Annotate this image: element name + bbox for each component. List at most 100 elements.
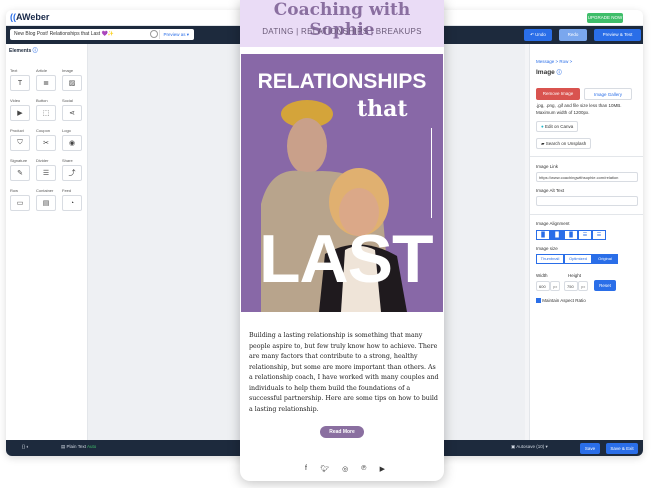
plain-text-toggle[interactable]: ▤ Plain Text Auto [61, 444, 96, 450]
element-signature[interactable]: Signature ✎ [10, 158, 34, 184]
element-label: Product [10, 128, 24, 133]
redo-button[interactable]: Redo [559, 29, 587, 41]
element-share[interactable]: Share ⤴ [62, 158, 86, 184]
button-icon: ⬚ [36, 105, 56, 121]
emoji-icon[interactable] [150, 30, 158, 38]
element-container[interactable]: Container ▤ [36, 188, 60, 214]
alt-text-label: Image Alt Text [536, 188, 565, 193]
element-label: Divider [36, 158, 49, 163]
element-label: Logo [62, 128, 71, 133]
width-input[interactable]: 600 [536, 281, 550, 291]
share-icon: ⤴ [62, 165, 82, 181]
element-label: Button [36, 98, 48, 103]
subject-text: New Blog Post! Relationships that Last 💜… [14, 31, 114, 37]
hero-image[interactable]: RELATIONSHIPS that LAST [241, 54, 443, 312]
text-icon: T [10, 75, 30, 91]
video-icon: ▶ [10, 105, 30, 121]
image-gallery-button[interactable]: Image Gallery [584, 88, 632, 100]
elements-title: Elements ⓘ [9, 48, 38, 54]
element-row[interactable]: Row ▭ [10, 188, 34, 214]
search-unsplash-button[interactable]: ▰ Search on Unsplash [536, 138, 592, 149]
pinterest-icon[interactable]: ℗ [361, 465, 366, 475]
wrap-left-icon[interactable]: ☰ [578, 230, 592, 240]
edit-on-canva-button[interactable]: ● Edit on Canva [536, 121, 579, 132]
instagram-icon[interactable]: ◎ [342, 465, 348, 475]
element-label: Text [10, 68, 18, 73]
height-input[interactable]: 750 [564, 281, 578, 291]
mobile-email-preview: Coaching with Sophie DATING | RELATIONSH… [240, 0, 444, 481]
aweber-logo[interactable]: ((AWeber [10, 12, 49, 22]
alignment-group: ▐▌ ▐▌ ▐▌ ☰ ☰ [536, 230, 606, 240]
subject-line-input[interactable]: New Blog Post! Relationships that Last 💜… [10, 29, 194, 40]
element-image[interactable]: Image ▨ [62, 68, 86, 94]
element-product[interactable]: Product ⛉ [10, 128, 34, 154]
element-text[interactable]: Text T [10, 68, 34, 94]
element-label: Container [36, 188, 54, 193]
element-label: Social [62, 98, 73, 103]
info-icon[interactable]: ⓘ [33, 48, 38, 54]
element-label: Coupon [36, 128, 51, 133]
checkbox-checked-icon[interactable] [536, 298, 541, 304]
feed-icon: ◔ [62, 195, 82, 211]
element-label: Feed [62, 188, 72, 193]
element-social[interactable]: Social ⋖ [62, 98, 86, 124]
image-icon: ▨ [62, 75, 82, 91]
divider-icon: ☰ [36, 165, 56, 181]
save-exit-button[interactable]: Save & Exit [606, 443, 638, 454]
preview-test-button[interactable]: Preview & Test [594, 29, 641, 41]
logo-icon: ◉ [62, 135, 82, 151]
youtube-icon[interactable]: ▶ [380, 465, 385, 475]
hero-heading-3: LAST [259, 221, 434, 297]
file-hint: .jpg, .png, .gif and file size less than… [536, 103, 622, 108]
maintain-ratio-checkbox[interactable]: Maintain Aspect Ratio [536, 298, 586, 304]
hero-heading-2: that [357, 96, 408, 122]
align-right-icon[interactable]: ▐▌ [564, 230, 578, 240]
social-icons: f 🐦︎ ◎ ℗ ▶ [305, 465, 385, 475]
element-divider[interactable]: Divider ☰ [36, 158, 60, 184]
image-link-input[interactable]: https://www.coachingwithsophie.com/relat… [536, 172, 638, 182]
read-more-button[interactable]: Read More [320, 426, 364, 438]
email-body-text[interactable]: Building a lasting relationship is somet… [249, 331, 441, 415]
size-original[interactable]: Original [592, 254, 618, 264]
align-center-icon[interactable]: ▐▌ [550, 230, 564, 240]
wrap-right-icon[interactable]: ☰ [592, 230, 606, 240]
signature-icon: ✎ [10, 165, 30, 181]
element-label: Video [10, 98, 21, 103]
info-icon[interactable]: ⓘ [557, 70, 562, 76]
element-logo[interactable]: Logo ◉ [62, 128, 86, 154]
undo-button[interactable]: ↶ Undo [524, 29, 552, 41]
upgrade-button[interactable]: UPGRADE NOW [587, 13, 623, 23]
preview-as-dropdown[interactable]: Preview as ▾ [159, 30, 192, 39]
container-icon: ▤ [36, 195, 56, 211]
facebook-icon[interactable]: f [305, 465, 307, 475]
save-button[interactable]: Save [580, 443, 600, 454]
row-icon: ▭ [10, 195, 30, 211]
code-toggle-icon[interactable]: {} ◐ [22, 444, 29, 449]
width-unit: px [550, 281, 560, 291]
unsplash-icon: ▰ [541, 141, 545, 146]
size-optimized[interactable]: Optimized [564, 254, 592, 264]
email-header[interactable]: Coaching with Sophie DATING | RELATIONSH… [240, 0, 444, 47]
height-label: Height [568, 273, 582, 278]
element-label: Row [10, 188, 19, 193]
breadcrumb[interactable]: Message > Row > [536, 59, 572, 64]
product-icon: ⛉ [10, 135, 30, 151]
element-coupon[interactable]: Coupon ✂ [36, 128, 60, 154]
element-feed[interactable]: Feed ◔ [62, 188, 86, 214]
twitter-icon[interactable]: 🐦︎ [320, 465, 329, 475]
article-icon: ≣ [36, 75, 56, 91]
autosave-dropdown[interactable]: ▣ Autosave (10) ▾ [511, 444, 548, 450]
element-video[interactable]: Video ▶ [10, 98, 34, 124]
element-article[interactable]: Article ≣ [36, 68, 60, 94]
panel-title: Image ⓘ [536, 69, 562, 76]
elements-panel: Elements ⓘ Text T Article ≣ Image ▨ Video ▶ Butt… [6, 44, 88, 440]
remove-image-button[interactable]: Remove Image [536, 88, 580, 100]
reset-button[interactable]: Reset [594, 280, 616, 291]
size-thumbnail[interactable]: Thumbnail [536, 254, 564, 264]
element-label: Signature [10, 158, 28, 163]
canva-icon: ● [541, 124, 544, 129]
alt-text-input[interactable] [536, 196, 638, 206]
align-left-icon[interactable]: ▐▌ [536, 230, 550, 240]
size-options: Thumbnail Optimized Original [536, 254, 618, 264]
element-button[interactable]: Button ⬚ [36, 98, 60, 124]
